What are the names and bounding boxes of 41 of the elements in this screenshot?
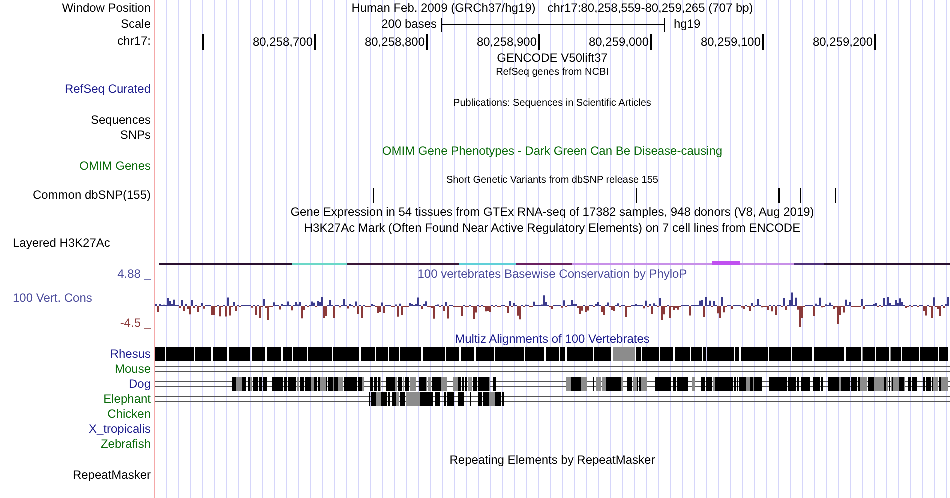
ruler-tick: 80,259,200 bbox=[812, 34, 876, 50]
track-title: Short Genetic Variants from dbSNP release 155 bbox=[446, 174, 658, 187]
species-label[interactable]: Rhesus bbox=[110, 347, 151, 361]
assembly-label: hg19 bbox=[674, 16, 701, 33]
track-title: OMIM Gene Phenotypes - Dark Green Can Be Disease-causing bbox=[382, 143, 723, 159]
ruler-tick: 80,259,100 bbox=[700, 34, 764, 50]
track-title: Repeating Elements by RepeatMasker bbox=[450, 452, 656, 468]
species-label[interactable]: Mouse bbox=[114, 362, 151, 376]
axis-max-label: 4.88 _ bbox=[118, 267, 151, 281]
track-title: GENCODE V50lift37 bbox=[497, 50, 608, 66]
track-title: 100 vertebrates Basewise Conservation by PhyloP bbox=[418, 266, 688, 282]
species-label[interactable]: X_tropicalis bbox=[88, 422, 151, 436]
track-title: Multiz Alignments of 100 Vertebrates bbox=[455, 331, 650, 347]
species-label[interactable]: Chicken bbox=[108, 407, 151, 421]
ruler-chrom-label: chr17: bbox=[118, 34, 151, 48]
track-title: Gene Expression in 54 tissues from GTEx RNA-seq of 17382 samples, 948 donors (V8, Aug 2019) bbox=[290, 204, 814, 220]
ruler-tick: 80,258,900 bbox=[476, 34, 540, 50]
track-label[interactable]: Layered H3K27Ac bbox=[13, 236, 155, 251]
ruler-tick bbox=[201, 34, 204, 50]
track-label[interactable]: Common dbSNP(155) bbox=[0, 188, 151, 203]
track-label[interactable]: RefSeq Curated bbox=[0, 82, 151, 97]
species-label[interactable]: Dog bbox=[128, 377, 151, 391]
ruler-tick: 80,258,800 bbox=[364, 34, 428, 50]
axis-min-label: -4.5 _ bbox=[120, 316, 151, 331]
row-label: Scale bbox=[120, 17, 151, 31]
track-label[interactable]: 100 Vert. Cons bbox=[0, 291, 155, 306]
track-title: RefSeq genes from NCBI bbox=[496, 66, 609, 79]
position-text: chr17:80,258,559-80,259,265 (707 bp) bbox=[548, 0, 754, 16]
track-label[interactable]: RepeatMasker bbox=[0, 468, 151, 483]
assembly-title: Human Feb. 2009 (GRCh37/hg19) bbox=[352, 0, 536, 16]
track-label[interactable]: OMIM Genes bbox=[0, 159, 151, 174]
track-label[interactable]: SNPs bbox=[0, 128, 151, 143]
species-label[interactable]: Zebrafish bbox=[100, 437, 151, 451]
track-label[interactable]: Sequences bbox=[0, 113, 151, 128]
ruler-tick: 80,259,000 bbox=[588, 34, 652, 50]
track-title: Publications: Sequences in Scientific Articles bbox=[454, 97, 652, 110]
scale-length: 200 bases bbox=[382, 17, 437, 31]
track-title: H3K27Ac Mark (Often Found Near Active Regulatory Elements) on 7 cell lines from ENCODE bbox=[304, 220, 801, 236]
ruler-tick: 80,258,700 bbox=[252, 34, 316, 50]
species-label[interactable]: Elephant bbox=[104, 392, 151, 406]
row-label: Window Position bbox=[62, 1, 151, 15]
